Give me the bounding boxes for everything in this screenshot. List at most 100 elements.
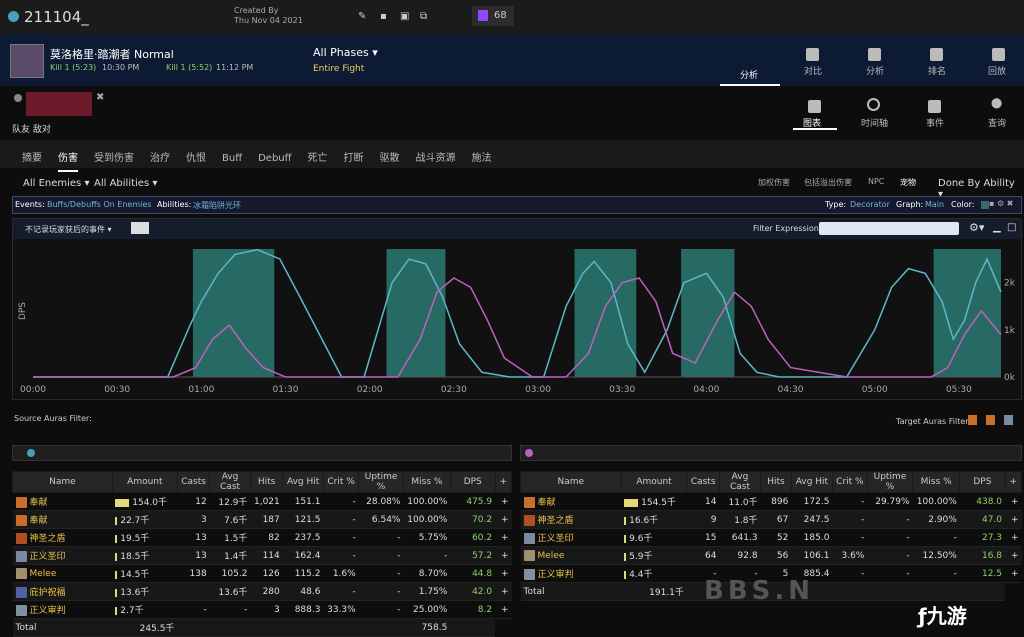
table-row[interactable]: 正义圣印 18.5千 13 1.4千 114 162.4- - -57.2 + [12,546,512,565]
column-header[interactable]: Avg Cast [718,471,762,493]
column-header[interactable]: Miss % [402,471,451,493]
column-header[interactable]: Amount [620,471,688,493]
column-header[interactable]: Casts [176,471,211,493]
abilities-dropdown[interactable]: All Abilities ▾ [94,178,157,189]
expand-cell[interactable]: + [1005,528,1022,547]
event-filter-dropdown[interactable]: 不记录玩家获后的事件 ▾ [25,224,112,235]
column-header[interactable]: DPS [959,471,1006,493]
metric-tab[interactable]: 驱散 [380,149,400,164]
column-header[interactable]: DPS [449,471,496,493]
ability-cell[interactable]: 正义圣印 [520,528,622,547]
column-header[interactable]: + [494,471,513,493]
column-header[interactable]: + [1004,471,1023,493]
table-row[interactable]: Melee 14.5千 138 105.2 126 115.2 1.6% -8.70% 44.8… [12,564,512,583]
table-row[interactable]: 正义审判 2.7千 - -3 888.3 33.3% -25.00% 8.2 + [12,600,512,619]
player-selector[interactable]: ✖ 队友 敌对 [12,92,112,135]
expand-cell[interactable]: + [1005,564,1022,583]
npc-toggle[interactable]: NPC [868,177,884,186]
column-header[interactable]: Uptime % [358,471,404,493]
expand-cell[interactable]: + [495,546,512,565]
metric-tab[interactable]: 打断 [344,149,364,164]
enemies-dropdown[interactable]: All Enemies ▾ [23,178,89,189]
minimize-icon[interactable]: ▁ [993,222,1001,233]
view-timeline[interactable]: 时间轴 [853,96,897,130]
ability-name[interactable]: 神圣之盾 [538,516,574,526]
column-header[interactable]: Uptime % [866,471,914,493]
ability-name[interactable]: 正义圣印 [30,552,66,562]
ability-cell[interactable]: 正义圣印 [12,546,113,565]
gear-icon[interactable]: ⚙▾ [969,221,984,234]
filter-expression-input[interactable] [819,222,959,235]
tab-analyze[interactable]: 分析 [852,34,898,86]
ability-name[interactable]: 庇护祝福 [30,588,66,598]
expand-cell[interactable]: + [495,600,512,619]
metric-tab[interactable]: 仇恨 [186,149,206,164]
column-header[interactable]: Casts [686,471,720,493]
delete-icon[interactable]: ▪ [380,11,387,22]
share-icon[interactable]: ⧉ [420,11,427,22]
table-row[interactable]: 正义圣印 9.6千 15 641.3 52 185.0- - -27.3 + [520,528,1022,547]
type-value[interactable]: Decorator [850,200,890,209]
column-header[interactable]: Hits [760,471,792,493]
metric-tab[interactable]: 死亡 [308,149,328,164]
color-swatch[interactable] [981,201,989,209]
abilities-value[interactable]: 冰霜陷阱光环 [193,200,241,211]
metric-tab[interactable]: 战斗资源 [416,149,456,164]
view-query[interactable]: ⬤ 查询 [975,96,1019,130]
column-header[interactable]: Crit % [831,471,868,493]
pets-toggle[interactable]: 宠物 [900,177,916,188]
ability-name[interactable]: 奉献 [30,498,48,508]
view-chart[interactable]: 图表 [793,96,837,130]
table-row[interactable]: 神圣之盾 19.5千 13 1.5千 82 237.5- -5.75% 60.2 + [12,528,512,547]
column-header[interactable]: Name [12,471,113,493]
dps-chart[interactable]: 00:00 00:30 01:00 01:30 02:00 02:30 03:00 03:30… [13,241,1021,399]
lock-icon[interactable]: ▣ [400,11,409,22]
column-header[interactable]: Crit % [322,471,360,493]
table-row[interactable]: 庇护祝福 13.6千 13.6千 280 48.6- -1.75% 42.0 + [12,582,512,601]
consecration-icon[interactable] [986,415,995,425]
ability-cell[interactable]: 奉献 [12,510,113,529]
column-header[interactable]: Miss % [912,471,961,493]
view-events[interactable]: 事件 [913,96,957,130]
graph-value[interactable]: Main [925,200,944,209]
consecration-icon[interactable] [968,415,977,425]
column-header[interactable]: Amount [111,471,178,493]
ability-cell[interactable]: Melee [12,564,113,583]
metric-tab[interactable]: Debuff [258,153,291,164]
ability-cell[interactable]: 奉献 [12,492,113,511]
ability-cell[interactable]: 正义审判 [12,600,113,619]
table-row[interactable]: 奉献 154.0千 12 12.9千 1,021 151.1-28.08% 100.00% 4… [12,492,512,511]
expand-cell[interactable]: + [495,510,512,529]
column-header[interactable]: Avg Hit [790,471,833,493]
metric-tab[interactable]: 治疗 [150,149,170,164]
metric-tab[interactable]: Buff [222,153,242,164]
expand-cell[interactable]: + [495,528,512,547]
events-value[interactable]: Buffs/Debuffs On Enemies [47,200,151,209]
table-row[interactable]: 奉献 22.7千 3 7.6千 187 121.5-6.54% 100.00% 70.2 + [12,510,512,529]
ability-name[interactable]: Melee [30,569,57,579]
tab-compare[interactable]: 对比 [790,34,836,86]
toggle-box[interactable] [131,222,149,234]
expand-cell[interactable]: + [1005,510,1022,529]
tab-analysis[interactable]: 分析 [720,34,780,86]
column-header[interactable]: Name [520,471,622,493]
ability-cell[interactable]: 神圣之盾 [520,510,622,529]
expand-cell[interactable]: + [495,492,512,511]
close-icon[interactable]: ✖ [96,92,104,103]
tab-rankings[interactable]: 排名 [914,34,960,86]
seal-icon[interactable] [1004,415,1013,425]
phase-select[interactable]: All Phases ▾ [313,46,378,59]
edit-icon[interactable]: ✎ [358,11,366,22]
boss-name[interactable]: 莫洛格里·踏潮者 Normal [50,46,174,62]
ability-name[interactable]: 正义圣印 [538,534,574,544]
column-header[interactable]: Avg Hit [282,471,324,493]
expand-cell[interactable]: + [495,564,512,583]
metric-tab[interactable]: 受到伤害 [94,149,134,164]
ability-name[interactable]: 正义审判 [538,570,574,580]
tab-replay[interactable]: 回放 [976,34,1022,86]
twitch-button[interactable]: 68 [472,6,514,26]
ability-name[interactable]: 神圣之盾 [30,534,66,544]
metric-tab[interactable]: 摘要 [22,149,42,164]
ability-cell[interactable]: 庇护祝福 [12,582,113,601]
column-header[interactable]: Hits [249,471,284,493]
